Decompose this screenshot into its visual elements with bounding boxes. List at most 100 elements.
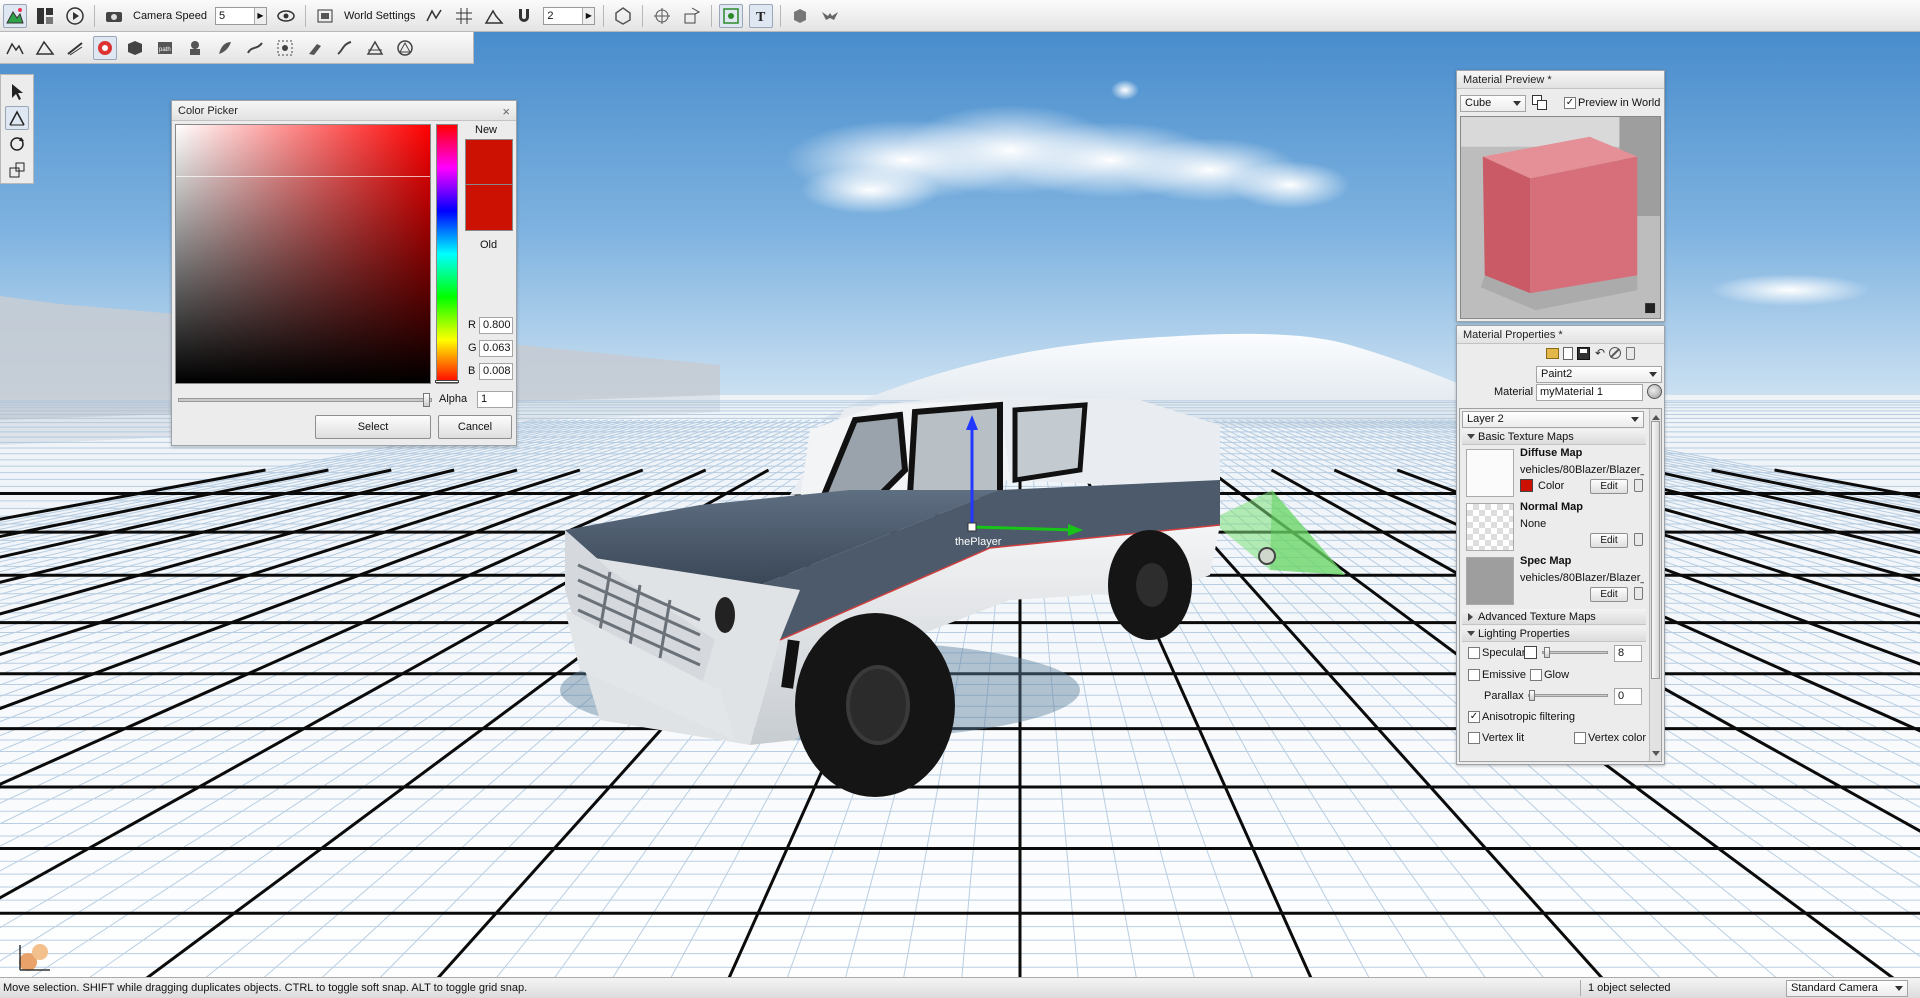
snap-icon[interactable] (422, 4, 446, 28)
g-input[interactable]: 0.063 (479, 340, 513, 357)
play-icon[interactable] (63, 4, 87, 28)
terrain-editor-icon[interactable] (3, 36, 27, 60)
normal-edit-button[interactable]: Edit (1590, 533, 1628, 548)
pivot-icon[interactable] (650, 4, 674, 28)
select-arrow-icon[interactable] (5, 80, 29, 104)
delete-icon[interactable] (1626, 347, 1635, 360)
snap-size-stepper[interactable]: 2 ▶ (543, 6, 596, 25)
forest-editor-icon[interactable] (213, 36, 237, 60)
visibility-eye-icon[interactable] (274, 4, 298, 28)
scroll-up-icon[interactable] (1652, 411, 1660, 420)
close-icon[interactable]: × (502, 104, 510, 119)
object-bounds-icon[interactable] (611, 4, 635, 28)
diffuse-map-thumbnail[interactable] (1466, 449, 1514, 497)
drop-at-icon[interactable] (680, 4, 704, 28)
preview-in-world-checkbox[interactable]: ✓ (1564, 97, 1576, 109)
spec-map-path[interactable]: vehicles/80Blazer/Blazer_ (1520, 572, 1644, 584)
vertex-lit-checkbox[interactable] (1468, 732, 1480, 744)
camera-speed-value[interactable]: 5 (216, 10, 254, 22)
normal-map-path[interactable]: None (1520, 518, 1546, 530)
select-button[interactable]: Select (315, 415, 431, 439)
layer-dropdown[interactable]: Layer 2 (1462, 411, 1644, 428)
mesh-icon[interactable] (123, 36, 147, 60)
spec-edit-button[interactable]: Edit (1590, 587, 1628, 602)
saturation-value-field[interactable] (175, 124, 431, 384)
open-folder-icon[interactable] (1546, 348, 1559, 359)
decal-editor-icon[interactable] (273, 36, 297, 60)
screenshot-icon[interactable] (313, 4, 337, 28)
normal-map-thumbnail[interactable] (1466, 503, 1514, 551)
alpha-input[interactable]: 1 (477, 391, 513, 408)
b-input[interactable]: 0.008 (479, 363, 513, 380)
snap-size-value[interactable]: 2 (544, 10, 582, 22)
hue-slider[interactable] (435, 124, 459, 384)
move-tool-icon[interactable] (5, 106, 29, 130)
scrollbar-thumb[interactable] (1651, 421, 1660, 679)
normal-delete-icon[interactable] (1634, 533, 1643, 546)
road-editor-icon[interactable] (63, 36, 87, 60)
vertex-color-checkbox[interactable] (1574, 732, 1586, 744)
spec-delete-icon[interactable] (1634, 587, 1643, 600)
r-input[interactable]: 0.800 (479, 317, 513, 334)
path-icon[interactable]: path (153, 36, 177, 60)
camera-mode-dropdown[interactable]: Standard Camera (1786, 980, 1908, 997)
material-editor-icon[interactable] (93, 35, 117, 60)
layout-icon[interactable] (33, 4, 57, 28)
cancel-button[interactable]: Cancel (438, 415, 512, 439)
emissive-checkbox[interactable] (1468, 669, 1480, 681)
specular-color-swatch[interactable] (1524, 646, 1537, 659)
hue-handle[interactable] (435, 380, 459, 383)
scale-tool-icon[interactable] (5, 158, 29, 182)
material-name-input[interactable]: myMaterial 1 (1536, 384, 1643, 401)
preview-shape-dropdown[interactable]: Cube (1460, 95, 1526, 112)
bird-icon[interactable] (818, 4, 842, 28)
particle-editor-icon[interactable] (303, 36, 327, 60)
advanced-texture-maps-header[interactable]: Advanced Texture Maps (1462, 609, 1646, 625)
diffuse-edit-button[interactable]: Edit (1590, 479, 1628, 494)
datablock-icon[interactable] (183, 36, 207, 60)
rotate-tool-icon[interactable] (5, 132, 29, 156)
save-icon[interactable] (1577, 347, 1590, 360)
world-settings-label[interactable]: World Settings (344, 10, 415, 22)
parallax-slider[interactable] (1528, 690, 1608, 701)
specular-power-input[interactable]: 8 (1614, 645, 1642, 662)
material-globe-icon[interactable] (1647, 384, 1662, 399)
grid-snap-icon[interactable] (452, 4, 476, 28)
mesh-target-dropdown[interactable]: Paint2 (1536, 366, 1662, 383)
color-crosshair[interactable] (176, 176, 430, 177)
background-swap-icon[interactable] (1532, 95, 1548, 111)
material-preview-render[interactable] (1460, 116, 1661, 319)
mesh-road-icon[interactable] (333, 36, 357, 60)
parallax-input[interactable]: 0 (1614, 688, 1642, 705)
new-material-icon[interactable] (1563, 347, 1573, 360)
diffuse-delete-icon[interactable] (1634, 479, 1643, 492)
old-color-swatch[interactable] (465, 185, 513, 231)
revert-icon[interactable]: ↶ (1595, 346, 1605, 360)
river-editor-icon[interactable] (243, 36, 267, 60)
camera-icon[interactable] (102, 4, 126, 28)
spec-map-thumbnail[interactable] (1466, 557, 1514, 605)
properties-scroll-area[interactable]: Layer 2 Basic Texture Maps Diffuse Map v… (1459, 408, 1662, 762)
diffuse-map-path[interactable]: vehicles/80Blazer/Blazer_ (1520, 464, 1644, 476)
anisotropic-checkbox[interactable]: ✓ (1468, 711, 1480, 723)
glow-checkbox[interactable] (1530, 669, 1542, 681)
properties-scrollbar[interactable] (1649, 409, 1661, 761)
world-editor-icon[interactable] (3, 3, 27, 28)
basic-texture-maps-header[interactable]: Basic Texture Maps (1462, 429, 1646, 445)
magnet-icon[interactable] (512, 4, 536, 28)
text-tool-icon[interactable]: T (749, 3, 774, 28)
terrain-painter-icon[interactable] (33, 36, 57, 60)
lighting-properties-header[interactable]: Lighting Properties (1462, 626, 1646, 642)
specular-checkbox[interactable] (1468, 647, 1480, 659)
arrow-right-icon[interactable]: ▶ (582, 7, 595, 24)
alpha-slider[interactable] (178, 393, 432, 407)
clear-icon[interactable] (1609, 347, 1621, 359)
specular-power-slider[interactable] (1542, 647, 1608, 658)
terrain-snap-icon[interactable] (482, 4, 506, 28)
shape-editor-icon[interactable] (363, 36, 387, 60)
camera-speed-stepper[interactable]: 5 ▶ (215, 6, 267, 25)
scroll-down-icon[interactable] (1652, 751, 1660, 760)
arrow-right-icon[interactable]: ▶ (254, 7, 266, 24)
navmesh-icon[interactable] (393, 36, 417, 60)
fit-view-icon[interactable] (719, 3, 744, 28)
